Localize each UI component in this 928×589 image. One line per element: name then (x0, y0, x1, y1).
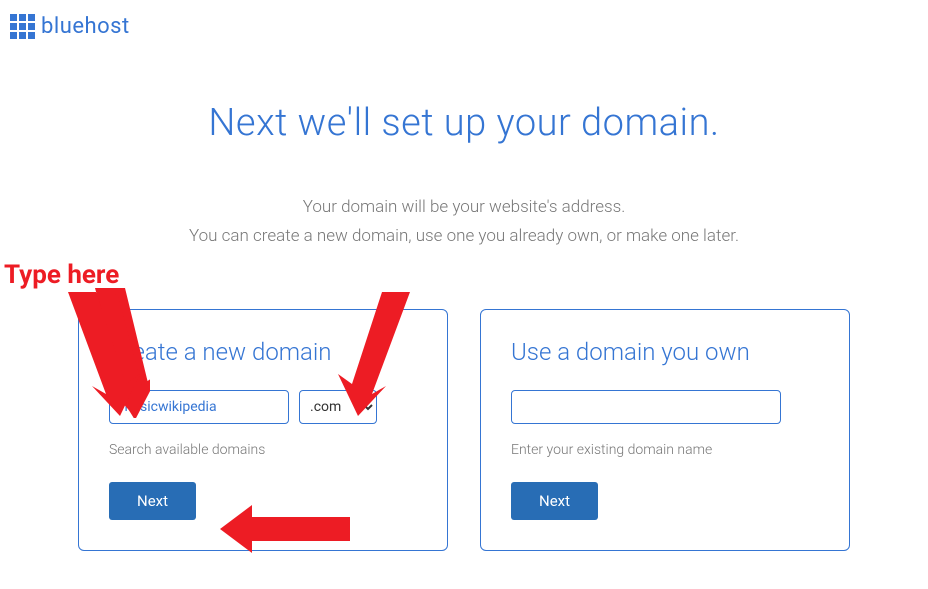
own-domain-panel: Use a domain you own Enter your existing… (480, 309, 850, 551)
own-helper-text: Enter your existing domain name (511, 442, 819, 458)
subtitle-line-1: Your domain will be your website's addre… (0, 193, 928, 222)
own-input-row (511, 390, 819, 424)
create-panel-title: Create a new domain (109, 338, 417, 366)
tld-select[interactable]: .com (299, 390, 377, 424)
own-panel-title: Use a domain you own (511, 338, 819, 366)
create-next-button[interactable]: Next (109, 482, 196, 520)
logo-icon (10, 14, 35, 39)
logo-text: bluehost (41, 14, 130, 39)
create-input-row: .com (109, 390, 417, 424)
page-subtitle: Your domain will be your website's addre… (0, 193, 928, 251)
subtitle-line-2: You can create a new domain, use one you… (0, 222, 928, 251)
header: bluehost (0, 0, 928, 53)
new-domain-input[interactable] (109, 390, 289, 424)
panels-container: Create a new domain .com Search availabl… (0, 309, 928, 551)
page-title: Next we'll set up your domain. (0, 101, 928, 145)
annotation-type-here: Type here (4, 260, 119, 290)
own-next-button[interactable]: Next (511, 482, 598, 520)
create-domain-panel: Create a new domain .com Search availabl… (78, 309, 448, 551)
own-domain-input[interactable] (511, 390, 781, 424)
create-helper-text: Search available domains (109, 442, 417, 458)
